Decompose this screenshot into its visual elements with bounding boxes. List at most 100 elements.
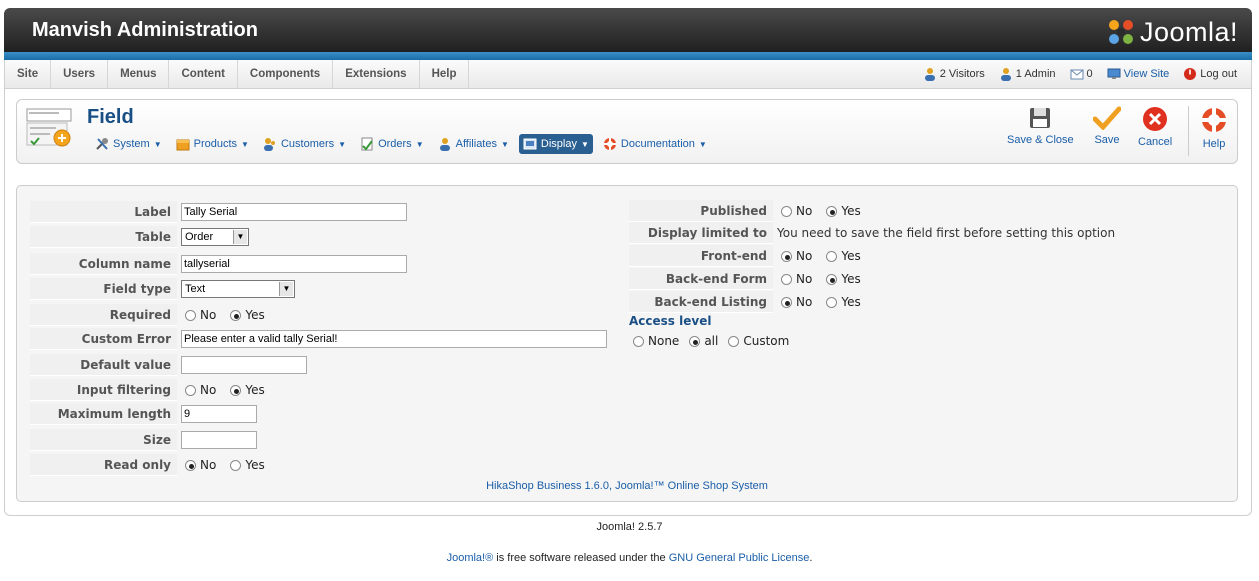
joomla-flower-icon (1108, 20, 1133, 44)
frontend-no-radio[interactable] (781, 250, 792, 262)
field-type-select[interactable]: Text ▼ (181, 280, 295, 298)
frontend-yes-label: Yes (841, 249, 861, 263)
submenu-affiliates[interactable]: Affiliates ▼ (434, 134, 513, 154)
page-title: Field (87, 106, 134, 128)
table-select[interactable]: Order ▼ (181, 228, 249, 246)
label-key: Label (30, 201, 177, 223)
readonly-no-radio[interactable] (185, 459, 196, 471)
filtering-no-radio[interactable] (185, 384, 196, 396)
table-row-field: Table Order ▼ (30, 226, 249, 248)
gpl-link[interactable]: GNU General Public License (669, 552, 810, 564)
submenu-display-label: Display (540, 138, 577, 150)
backlist-yes-radio[interactable] (826, 296, 838, 308)
access-none-radio[interactable] (633, 335, 644, 347)
menu-users[interactable]: Users (51, 60, 109, 88)
submenu-products[interactable]: Products ▼ (172, 134, 253, 154)
chevron-down-icon: ▼ (580, 139, 589, 149)
joomla-link[interactable]: Joomla!® (447, 552, 494, 564)
submenu-affiliates-label: Affiliates (455, 138, 497, 150)
custom-error-input[interactable] (181, 330, 607, 348)
checkmark-icon (1093, 106, 1121, 130)
default-value-input[interactable] (181, 356, 307, 374)
view-site-link[interactable]: View Site (1107, 68, 1170, 80)
required-yes-label: Yes (245, 308, 265, 322)
filtering-no-label: No (200, 383, 217, 397)
submenu-documentation[interactable]: Documentation ▼ (599, 134, 711, 154)
required-yes-radio[interactable] (230, 309, 242, 321)
submenu-system[interactable]: System ▼ (91, 134, 166, 154)
messages-count: 0 (1086, 68, 1093, 80)
backlist-no-label: No (796, 295, 813, 309)
menu-help[interactable]: Help (420, 60, 470, 88)
field-type-value: Text (185, 283, 206, 295)
component-submenu: System ▼ Products ▼ Customers ▼ Orders ▼ Aff… (91, 134, 711, 154)
orders-icon (361, 137, 373, 151)
label-row: Label (30, 201, 407, 223)
field-form: Label Table Order ▼ Column name Field typ… (16, 185, 1238, 502)
read-only-row: Read only No Yes (30, 454, 271, 476)
size-key: Size (30, 429, 177, 451)
chevron-down-icon: ▼ (241, 139, 249, 149)
backlist-yes-label: Yes (841, 295, 861, 309)
required-no-radio[interactable] (185, 309, 196, 321)
help-lifebuoy-icon (1202, 108, 1226, 132)
backform-key: Back-end Form (629, 268, 773, 290)
submenu-orders[interactable]: Orders ▼ (356, 134, 428, 154)
published-yes-radio[interactable] (826, 205, 838, 217)
frontend-key: Front-end (629, 245, 773, 267)
backform-yes-radio[interactable] (826, 273, 838, 285)
help-button[interactable]: Help (1200, 106, 1228, 150)
license-text: is free software released under the (493, 552, 669, 564)
joomla-logo[interactable]: Joomla! (1106, 16, 1238, 48)
chevron-down-icon: ▼ (500, 139, 509, 149)
lifebuoy-icon (603, 138, 616, 150)
column-name-input[interactable] (181, 255, 407, 273)
logout-link[interactable]: Log out (1183, 67, 1237, 81)
size-input[interactable] (181, 431, 257, 449)
admin-status[interactable]: 1 Admin (999, 67, 1056, 81)
backlist-no-radio[interactable] (781, 296, 792, 308)
display-limited-key: Display limited to (629, 222, 773, 244)
access-custom-radio[interactable] (728, 335, 740, 347)
field-page-icon (26, 108, 72, 147)
monitor-icon (1107, 68, 1121, 79)
submenu-customers[interactable]: Customers ▼ (259, 134, 350, 154)
backform-no-radio[interactable] (781, 273, 792, 285)
submenu-display[interactable]: Display ▼ (518, 134, 593, 154)
readonly-yes-radio[interactable] (230, 459, 242, 471)
default-key: Default value (30, 354, 177, 376)
cancel-button[interactable]: Cancel (1138, 106, 1172, 148)
messages-status[interactable]: 0 (1070, 68, 1093, 80)
view-site-label: View Site (1123, 68, 1170, 80)
backlist-key: Back-end Listing (629, 291, 773, 313)
save-close-label: Save & Close (1007, 134, 1074, 146)
visitors-status[interactable]: 2 Visitors (923, 67, 985, 81)
floppy-disk-icon (1030, 108, 1051, 128)
custom-error-row: Custom Error Message (30, 328, 607, 368)
visitors-count: 2 Visitors (939, 68, 985, 80)
menu-components[interactable]: Components (238, 60, 334, 88)
save-close-button[interactable]: Save & Close (1007, 106, 1074, 146)
chevron-down-icon: ▼ (338, 139, 347, 149)
access-level-row: None all Custom (629, 330, 795, 352)
access-all-radio[interactable] (689, 335, 701, 347)
license-period: . (809, 552, 813, 564)
save-button[interactable]: Save (1093, 106, 1121, 146)
menu-site[interactable]: Site (5, 60, 52, 88)
required-key: Required (30, 304, 177, 326)
cancel-icon (1143, 107, 1168, 131)
menu-menus[interactable]: Menus (108, 60, 170, 88)
backend-listing-row: Back-end Listing No Yes (629, 291, 867, 313)
table-select-value: Order (185, 231, 214, 243)
hikashop-credit-link[interactable]: HikaShop Business 1.6.0, Joomla!™ Online… (17, 480, 1237, 492)
frontend-yes-radio[interactable] (826, 250, 838, 262)
label-input[interactable] (181, 203, 407, 221)
published-no-radio[interactable] (781, 205, 792, 217)
mail-icon (1070, 69, 1084, 80)
filtering-yes-radio[interactable] (230, 384, 242, 396)
logout-label: Log out (1200, 68, 1237, 80)
menu-extensions[interactable]: Extensions (333, 60, 420, 88)
menu-content[interactable]: Content (169, 60, 238, 88)
required-no-label: No (200, 308, 217, 322)
max-length-input[interactable] (181, 405, 257, 423)
